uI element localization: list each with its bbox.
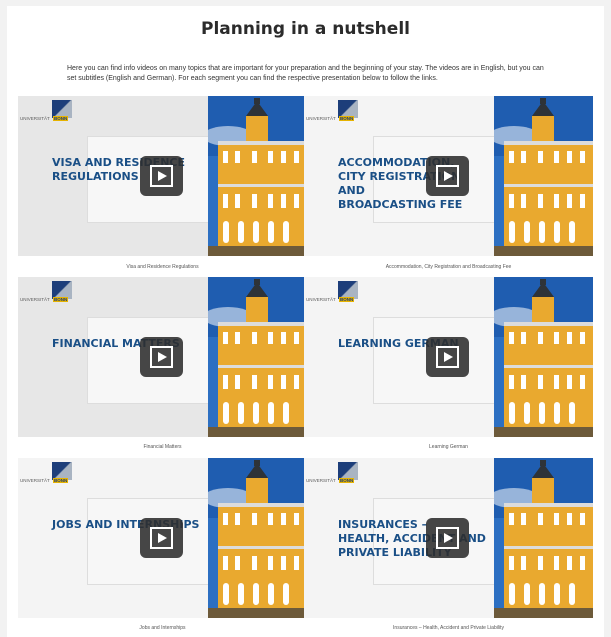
play-button[interactable] [426, 518, 469, 558]
logo-badge: BONN [53, 297, 69, 302]
logo-badge: BONN [53, 478, 69, 483]
play-button[interactable] [426, 156, 469, 196]
logo-text: UNIVERSITÄT [306, 116, 336, 121]
video-caption: Visa and Residence Regulations [126, 264, 199, 270]
logo-text: UNIVERSITÄT [306, 297, 336, 302]
university-building-image [208, 96, 307, 256]
logo-text: UNIVERSITÄT [306, 478, 336, 483]
intro-text: Here you can find info videos on many to… [67, 65, 544, 82]
play-button[interactable] [140, 518, 183, 558]
play-button[interactable] [140, 156, 183, 196]
video-caption: Insurances – Health, Accident and Privat… [393, 625, 504, 631]
video-caption: Jobs and Internships [139, 625, 186, 631]
play-icon [150, 346, 173, 368]
logo-badge: BONN [339, 297, 355, 302]
video-card[interactable]: UNIVERSITÄT BONN JOBS AND INTERNSHIPS [18, 458, 307, 618]
play-button[interactable] [426, 337, 469, 377]
logo-text: UNIVERSITÄT [20, 116, 50, 121]
logo-text: UNIVERSITÄT [20, 297, 50, 302]
university-building-image [494, 96, 593, 256]
video-card[interactable]: UNIVERSITÄT BONN ACCOMMODATION, CITY REG… [304, 96, 593, 256]
play-icon [436, 165, 459, 187]
university-building-image [208, 277, 307, 437]
play-icon [150, 165, 173, 187]
university-building-image [494, 458, 593, 618]
logo-badge: BONN [339, 478, 355, 483]
play-icon [150, 527, 173, 549]
video-caption: Accommodation, City Registration and Bro… [385, 264, 512, 270]
play-icon [436, 346, 459, 368]
university-building-image [208, 458, 307, 618]
play-button[interactable] [140, 337, 183, 377]
logo-badge: BONN [53, 116, 69, 121]
video-card[interactable]: UNIVERSITÄT BONN VISA AND RESIDENCE REGU… [18, 96, 307, 256]
play-icon [436, 527, 459, 549]
video-card[interactable]: UNIVERSITÄT BONN INSURANCES – HEALTH, AC… [304, 458, 593, 618]
university-building-image [494, 277, 593, 437]
page-title: Planning in a nutshell [201, 19, 410, 39]
video-caption: Learning German [429, 444, 468, 450]
video-card[interactable]: UNIVERSITÄT BONN FINANCIAL MATTERS [18, 277, 307, 437]
video-caption: Financial Matters [143, 444, 182, 450]
logo-text: UNIVERSITÄT [20, 478, 50, 483]
video-card[interactable]: UNIVERSITÄT BONN LEARNING GERMAN [304, 277, 593, 437]
logo-badge: BONN [339, 116, 355, 121]
